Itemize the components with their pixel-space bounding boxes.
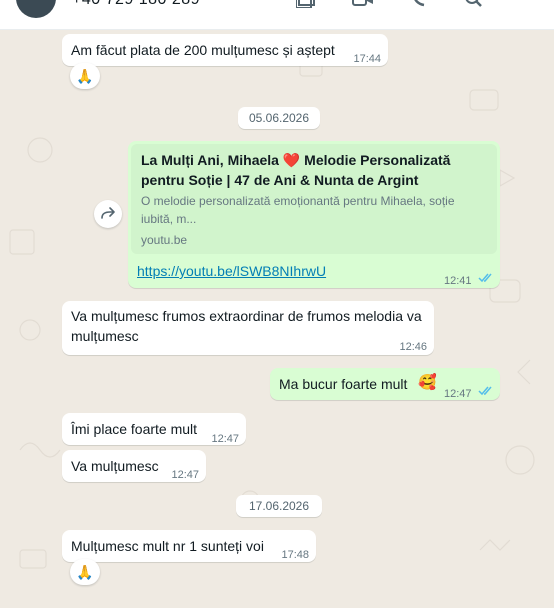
reaction-emoji[interactable]: 🙏 — [70, 559, 100, 585]
contact-phone[interactable]: +40 729 180 289 — [72, 0, 200, 9]
read-receipt-icon — [478, 386, 492, 396]
date-separator: 05.06.2026 — [238, 107, 320, 129]
message-text: Mulțumesc mult nr 1 sunteți voi — [71, 538, 264, 554]
message-time: 12:47 — [211, 433, 239, 445]
menu-icon[interactable] — [516, 0, 538, 8]
heart-emoji: ❤️ — [282, 152, 301, 168]
preview-title: La Mulți Ani, Mihaela ❤️ Melodie Persona… — [141, 152, 451, 188]
message-text: Va mulțumesc — [71, 458, 159, 474]
message-link[interactable]: https://youtu.be/lSWB8NIhrwU — [137, 261, 326, 281]
preview-domain: youtu.be — [141, 233, 188, 247]
message-text: Va mulțumesc frumos extraordinar de frum… — [71, 308, 422, 344]
read-receipt-icon — [478, 273, 492, 283]
message-time: 12:47 — [444, 388, 472, 400]
incoming-message[interactable]: Va mulțumesc frumos extraordinar de frum… — [62, 301, 434, 355]
search-icon[interactable] — [464, 0, 486, 8]
forward-button[interactable] — [94, 200, 122, 228]
incoming-message[interactable]: Am făcut plata de 200 mulțumesc și aștep… — [62, 34, 388, 66]
video-call-icon[interactable] — [352, 0, 374, 8]
outgoing-message[interactable]: La Mulți Ani, Mihaela ❤️ Melodie Persona… — [128, 141, 500, 288]
voice-call-icon[interactable] — [410, 0, 432, 8]
incoming-message[interactable]: Îmi place foarte mult 12:47 — [62, 413, 246, 445]
chat-panel[interactable]: Am făcut plata de 200 mulțumesc și aștep… — [0, 30, 554, 608]
gallery-icon[interactable] — [296, 0, 318, 8]
outgoing-message[interactable]: Ma bucur foarte mult 🥰 12:47 — [270, 368, 500, 400]
incoming-message[interactable]: Va mulțumesc 12:47 — [62, 450, 206, 482]
message-time: 12:46 — [399, 341, 427, 353]
contact-avatar[interactable] — [16, 0, 56, 18]
reaction-emoji[interactable]: 🙏 — [70, 63, 100, 89]
chat-header: +40 729 180 289 — [0, 0, 554, 30]
message-text: Ma bucur foarte mult — [279, 376, 408, 392]
forward-icon — [101, 207, 115, 219]
date-separator: 17.06.2026 — [236, 495, 322, 517]
smiling-face-emoji: 🥰 — [418, 374, 437, 391]
message-time: 12:47 — [171, 469, 199, 481]
preview-description: O melodie personalizată emoționantă pent… — [141, 194, 455, 226]
message-time: 17:44 — [353, 53, 381, 65]
message-text: Îmi place foarte mult — [71, 421, 198, 437]
link-preview[interactable]: La Mulți Ani, Mihaela ❤️ Melodie Persona… — [131, 144, 497, 254]
message-time: 12:41 — [444, 275, 472, 287]
incoming-message[interactable]: Mulțumesc mult nr 1 sunteți voi 17:48 — [62, 530, 316, 562]
message-text: Am făcut plata de 200 mulțumesc și aștep… — [71, 42, 335, 58]
message-time: 17:48 — [281, 549, 309, 561]
